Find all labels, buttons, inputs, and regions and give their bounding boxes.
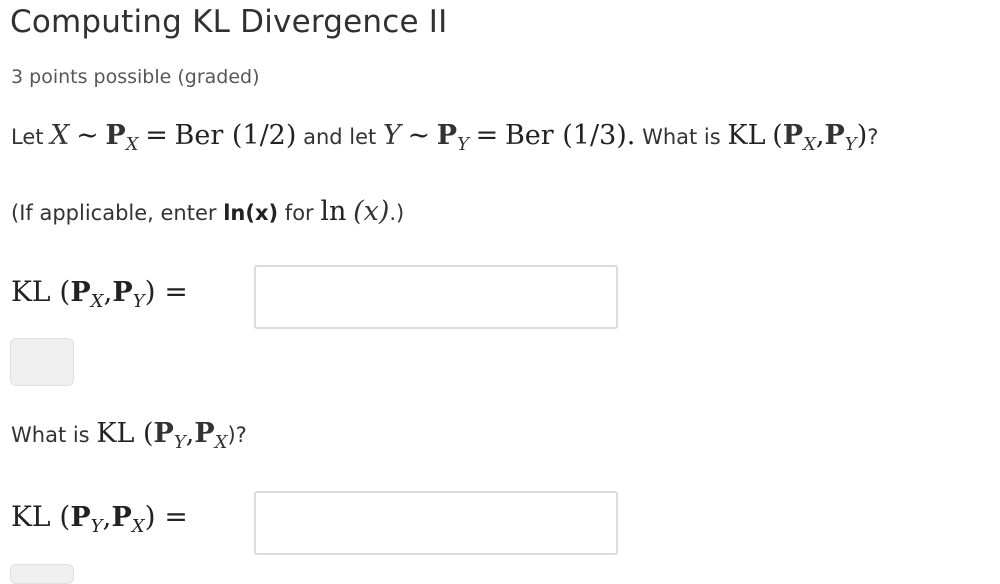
answer-1-label: KL (PX,PY) =	[11, 275, 188, 312]
answer-2-label: KL (PY,PX) =	[11, 500, 188, 537]
q2-p: P	[153, 418, 174, 449]
hint-code: ln(x)	[223, 201, 279, 225]
q1-var-y: Y	[382, 120, 401, 151]
q1-what-is: What is	[642, 125, 721, 149]
problem-title: Computing KL Divergence II	[10, 4, 448, 40]
hint-suffix: .)	[389, 201, 405, 225]
q2-sub-y: Y	[173, 432, 186, 453]
a2-p: P	[70, 502, 91, 533]
answer-1-input[interactable]	[254, 265, 618, 329]
a2-kl: KL (	[11, 500, 71, 533]
q1-sim-2: ∼	[407, 120, 431, 151]
q1-p: P	[105, 120, 126, 151]
q1-var-x: X	[50, 120, 70, 151]
a1-p2: P	[112, 277, 133, 308]
a2-sub-x: X	[131, 516, 145, 537]
q1-eq: =	[145, 120, 168, 151]
q1-sub-y: Y	[457, 134, 469, 155]
a1-kl: KL (	[11, 275, 71, 308]
q1-ber-half: Ber (1/2)	[174, 120, 297, 151]
q1-sim: ∼	[76, 120, 99, 151]
q1-close: )	[856, 120, 868, 151]
points-possible: 3 points possible (graded)	[11, 66, 260, 88]
a2-end: ) =	[144, 500, 188, 533]
q2-kl: KL (	[96, 418, 154, 449]
q1-ber-third: Ber (1/3).	[504, 120, 636, 151]
q2-end: )?	[227, 423, 247, 447]
q2-p2: P	[194, 418, 215, 449]
q1-sub-x: X	[125, 134, 139, 155]
q1-sub-x-2: X	[803, 134, 816, 155]
hint-line: (If applicable, enter ln(x) for ln (x).)	[11, 196, 404, 227]
a1-end: ) =	[144, 275, 188, 308]
hint-x: (x)	[353, 196, 390, 227]
q1-kl: KL	[727, 120, 766, 151]
hint-ln: ln	[320, 196, 347, 227]
q2-sub-x: X	[214, 432, 228, 453]
q2-what-is: What is	[11, 423, 90, 447]
question-2: What is KL (PY,PX)?	[11, 418, 247, 453]
q1-p-2: P	[436, 120, 458, 151]
answer-2-preview	[10, 564, 74, 584]
answer-1-preview	[10, 338, 74, 386]
a2-p2: P	[111, 502, 132, 533]
q1-sub-y-2: Y	[844, 134, 857, 155]
q1-open: (	[772, 120, 783, 151]
hint-prefix: (If applicable, enter	[11, 201, 217, 225]
a1-sub-y: Y	[132, 291, 145, 312]
a1-p: P	[70, 277, 91, 308]
answer-2-input[interactable]	[254, 491, 618, 555]
q1-let: Let	[11, 125, 44, 149]
hint-for: for	[284, 201, 314, 225]
q1-eq-2: =	[475, 120, 499, 151]
q1-p-4: P	[824, 120, 845, 151]
a2-sub-y: Y	[90, 516, 103, 537]
q1-and-let: and let	[303, 125, 377, 149]
q1-qmark: ?	[867, 125, 879, 149]
q1-p-3: P	[782, 120, 804, 151]
a1-sub-x: X	[90, 291, 104, 312]
question-1: Let X ∼ PX = Ber (1/2) and let Y ∼ PY = …	[11, 120, 879, 155]
